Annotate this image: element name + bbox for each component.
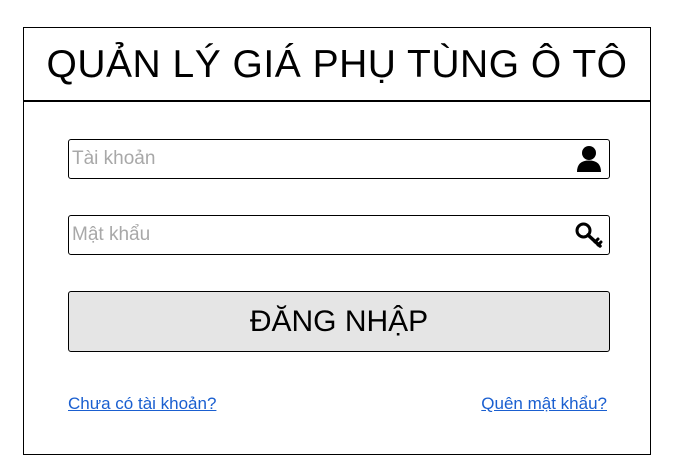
page-title: QUẢN LÝ GIÁ PHỤ TÙNG Ô TÔ (46, 42, 628, 86)
username-input[interactable] (72, 141, 562, 177)
header: QUẢN LÝ GIÁ PHỤ TÙNG Ô TÔ (24, 28, 650, 102)
user-icon (577, 146, 601, 172)
register-link[interactable]: Chưa có tài khoản? (68, 394, 216, 414)
key-icon (575, 222, 603, 248)
login-button[interactable]: ĐĂNG NHẬP (68, 291, 610, 352)
login-panel: QUẢN LÝ GIÁ PHỤ TÙNG Ô TÔ ĐĂNG NHẬP Chưa… (23, 27, 651, 455)
password-field[interactable] (68, 215, 610, 255)
username-field[interactable] (68, 139, 610, 179)
password-input[interactable] (72, 217, 562, 253)
forgot-password-link[interactable]: Quên mật khẩu? (481, 394, 607, 414)
